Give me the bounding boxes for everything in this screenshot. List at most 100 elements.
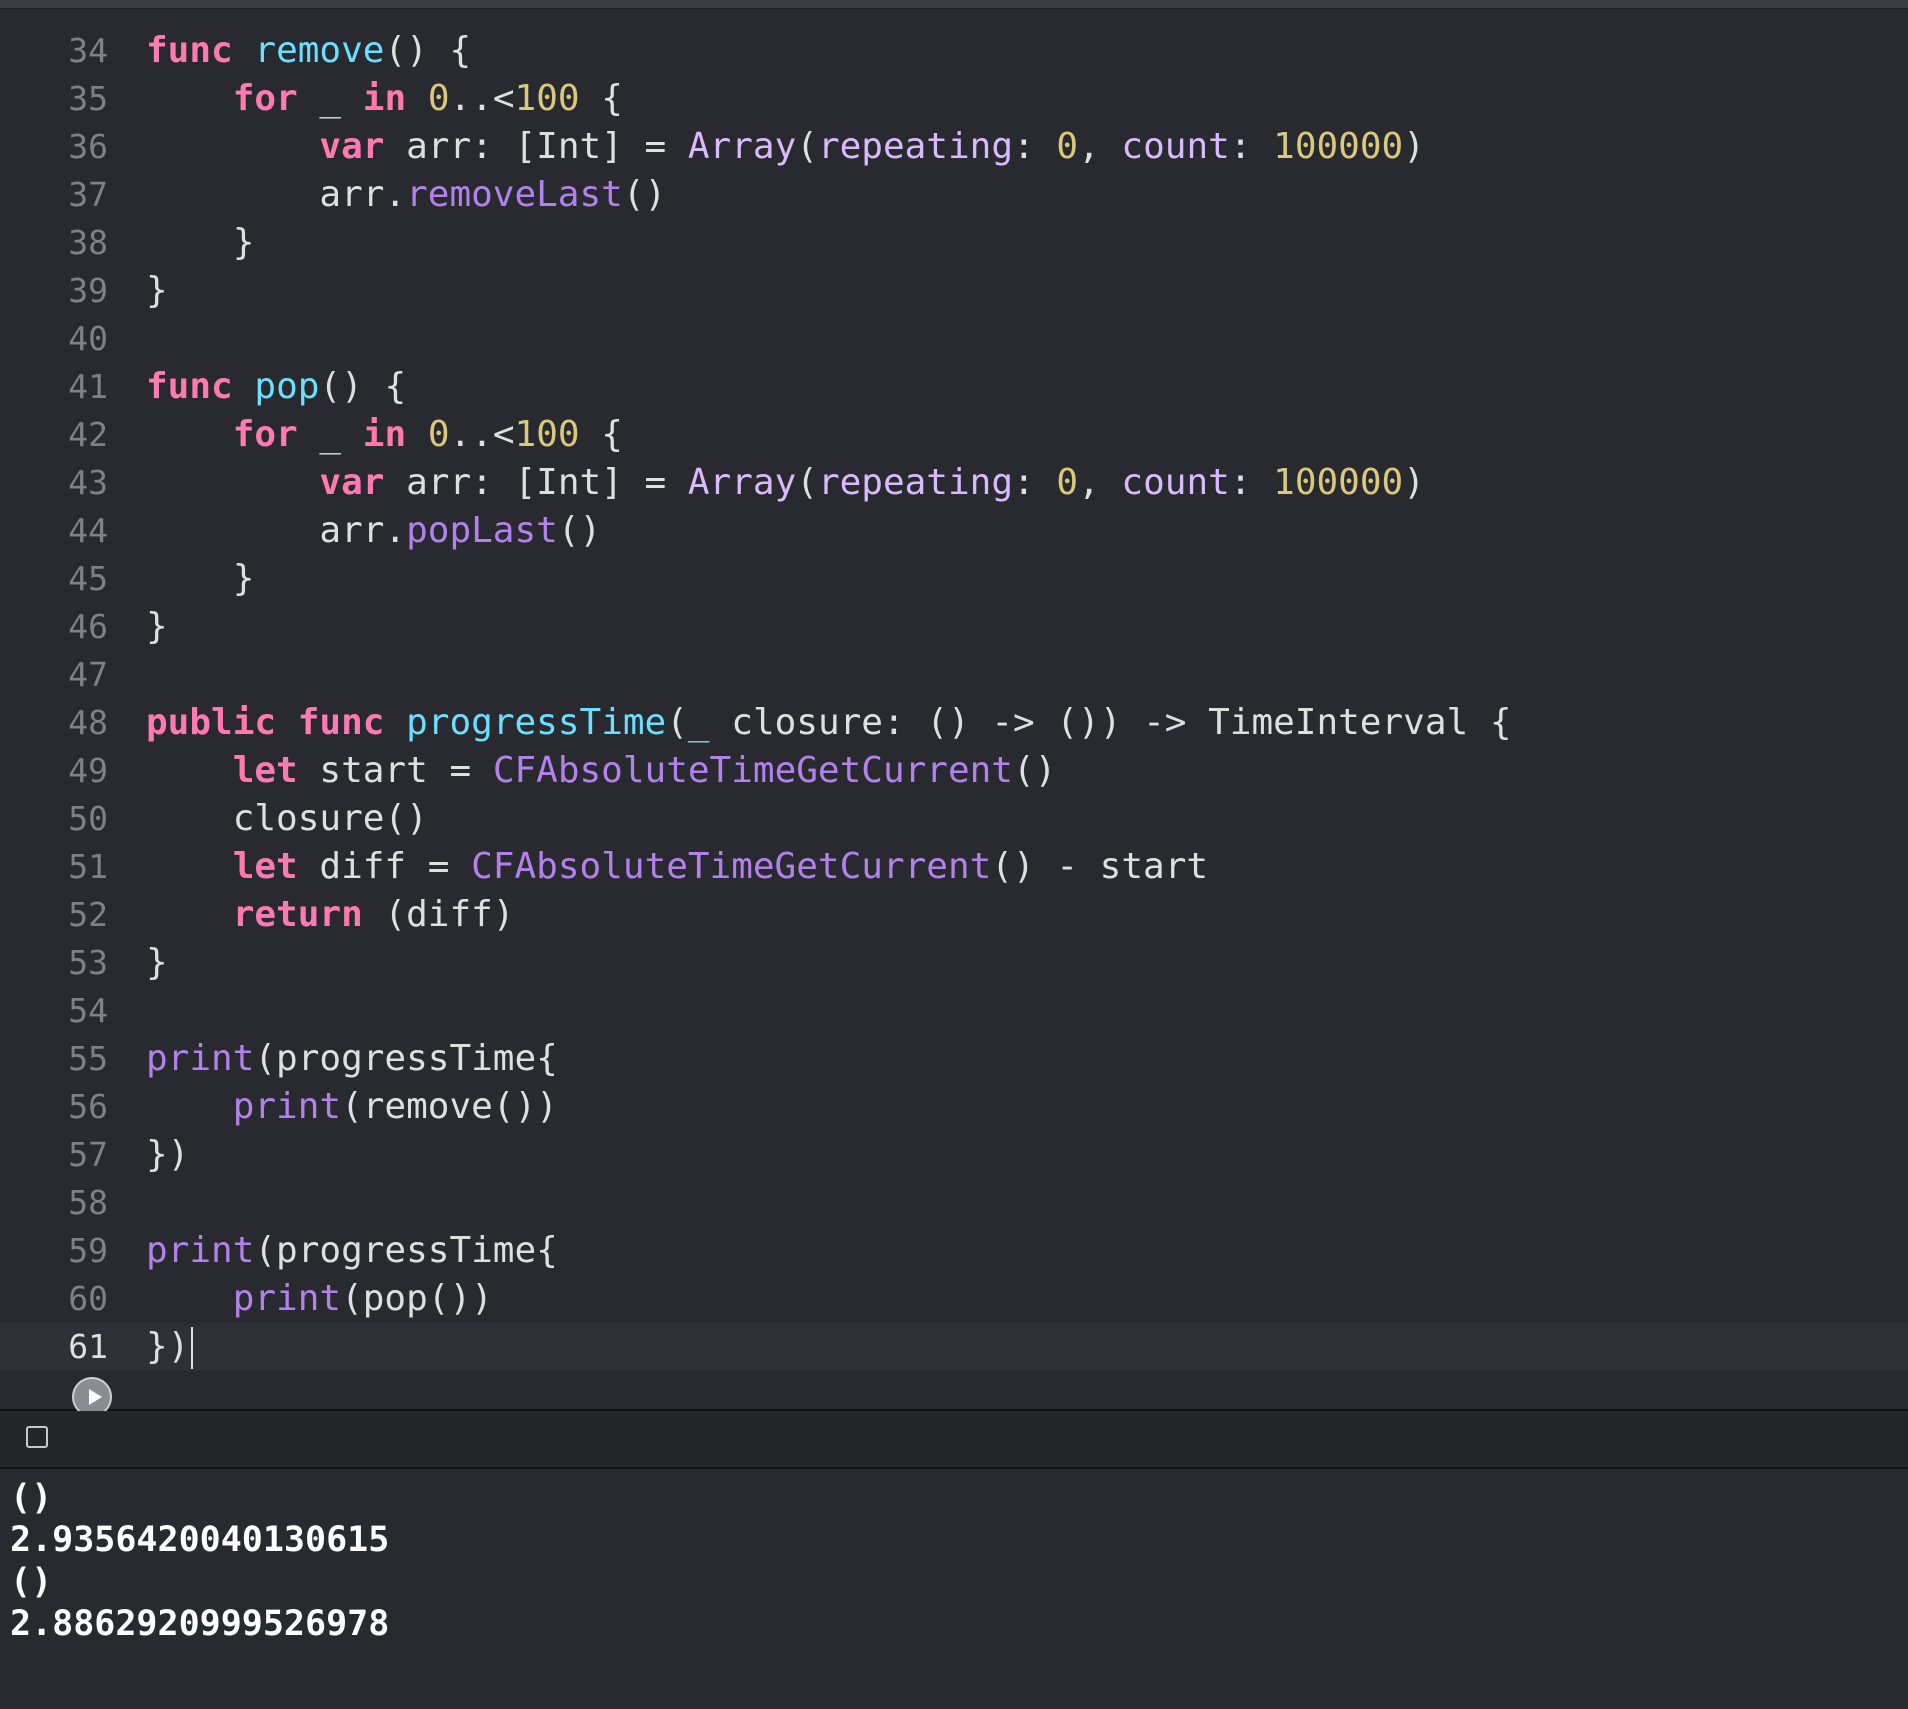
code-line[interactable]: 59 print(progressTime{ <box>0 1227 1908 1275</box>
window-top-bar <box>0 0 1908 9</box>
code-token: arr. <box>146 174 407 215</box>
code-line[interactable]: 50 closure() <box>0 795 1908 843</box>
code-line[interactable]: 49 let start = CFAbsoluteTimeGetCurrent(… <box>0 747 1908 795</box>
code-line[interactable]: 36 var arr: [Int] = Array(repeating: 0, … <box>0 123 1908 171</box>
code-token: } <box>146 942 168 983</box>
code-token: : <box>1013 126 1057 167</box>
code-token: repeating <box>817 126 1014 167</box>
code-token: : <box>1229 462 1274 503</box>
code-line[interactable]: 45 } <box>0 555 1908 603</box>
console-output-line: () <box>10 1562 53 1602</box>
code-token: for <box>232 78 298 119</box>
code-token: let <box>232 846 298 887</box>
line-number: 57 <box>68 1135 108 1174</box>
code-line[interactable]: 38 } <box>0 219 1908 267</box>
code-token: ] = <box>601 462 688 503</box>
code-line[interactable]: 60 print(pop()) <box>0 1275 1908 1323</box>
code-line[interactable]: 39} <box>0 267 1908 315</box>
code-token: () <box>557 510 602 551</box>
line-number: 58 <box>68 1183 108 1222</box>
code-line[interactable]: 56 print(remove()) <box>0 1083 1908 1131</box>
code-token: for <box>232 414 298 455</box>
code-line[interactable]: 42 for _ in 0..<100 { <box>0 411 1908 459</box>
line-number: 49 <box>68 751 108 790</box>
code-line[interactable]: 34 func remove() { <box>0 27 1908 75</box>
code-token: start = <box>297 750 493 791</box>
line-number: 54 <box>68 991 108 1030</box>
code-text: for _ in 0..<100 { <box>146 75 623 123</box>
code-token: 100 <box>514 78 580 119</box>
debug-console[interactable]: () 2.9356420040130615() 2.8862920999526978 <box>0 1469 1908 1709</box>
code-line[interactable]: 41 func pop() { <box>0 363 1908 411</box>
code-token: in <box>362 414 407 455</box>
code-token: CFAbsoluteTimeGetCurrent <box>492 750 1013 791</box>
code-token: var <box>319 462 385 503</box>
line-number: 35 <box>68 79 108 118</box>
code-token: : <box>1013 462 1057 503</box>
line-number: 38 <box>68 223 108 262</box>
code-line[interactable]: 58 <box>0 1179 1908 1227</box>
code-token: Array <box>687 126 797 167</box>
line-number: 55 <box>68 1039 108 1078</box>
code-line[interactable]: 48 public func progressTime(_ closure: ()… <box>0 699 1908 747</box>
code-token: 0 <box>427 414 450 455</box>
code-token: remove <box>254 30 385 71</box>
code-token: func <box>297 702 385 743</box>
code-token: in <box>362 78 407 119</box>
text-caret <box>191 1327 194 1369</box>
line-number: 42 <box>68 415 108 454</box>
code-line[interactable]: 52 return (diff) <box>0 891 1908 939</box>
code-line[interactable]: 54 <box>0 987 1908 1035</box>
code-token: popLast <box>406 510 558 551</box>
code-line[interactable]: 46} <box>0 603 1908 651</box>
code-token: (pop()) <box>341 1278 493 1319</box>
code-token: () <box>1012 750 1057 791</box>
code-token: _ <box>687 702 710 743</box>
code-token: } <box>146 222 255 263</box>
code-token: let <box>232 750 298 791</box>
code-line[interactable]: 43 var arr: [Int] = Array(repeating: 0, … <box>0 459 1908 507</box>
code-editor[interactable]: 61}) 60 print(pop()) 59 print(progressTime{… <box>0 9 1908 1417</box>
console-output-line: 2.9356420040130615 <box>10 1520 390 1560</box>
line-number: 44 <box>68 511 108 550</box>
code-token: print <box>232 1278 342 1319</box>
code-text: arr.popLast() <box>146 507 601 555</box>
code-line[interactable]: 61}) <box>0 1323 1908 1371</box>
code-line[interactable]: 51 let diff = CFAbsoluteTimeGetCurrent()… <box>0 843 1908 891</box>
code-line[interactable]: 53} <box>0 939 1908 987</box>
code-token: arr: [ <box>384 126 537 167</box>
code-token: ) <box>1403 126 1425 167</box>
code-token: () { <box>319 366 407 407</box>
code-text: print(progressTime{ <box>146 1227 558 1275</box>
code-line[interactable]: 55 print(progressTime{ <box>0 1035 1908 1083</box>
code-token: () { <box>384 30 472 71</box>
code-token: (diff) <box>362 894 515 935</box>
code-token: (remove()) <box>341 1086 558 1127</box>
code-line[interactable]: 35 for _ in 0..<100 { <box>0 75 1908 123</box>
console-toolbar <box>0 1411 1908 1469</box>
code-token: print <box>232 1086 342 1127</box>
code-token: (progressTime{ <box>254 1038 558 1079</box>
code-token: , <box>1078 126 1122 167</box>
code-token: ( <box>666 702 688 743</box>
code-line[interactable]: 37 arr.removeLast() <box>0 171 1908 219</box>
code-token: ) <box>1403 462 1425 503</box>
code-text: let start = CFAbsoluteTimeGetCurrent() <box>146 747 1057 795</box>
console-output-line: () <box>10 1478 53 1518</box>
line-number: 48 <box>68 703 108 742</box>
code-line[interactable]: 40 <box>0 315 1908 363</box>
code-line[interactable]: 47 <box>0 651 1908 699</box>
line-number: 53 <box>68 943 108 982</box>
line-number: 46 <box>68 607 108 646</box>
code-line[interactable]: 57}) <box>0 1131 1908 1179</box>
code-token: , <box>1078 462 1122 503</box>
code-token: } <box>146 558 255 599</box>
checkbox-icon[interactable] <box>26 1426 48 1448</box>
code-line[interactable]: 44 arr.popLast() <box>0 507 1908 555</box>
